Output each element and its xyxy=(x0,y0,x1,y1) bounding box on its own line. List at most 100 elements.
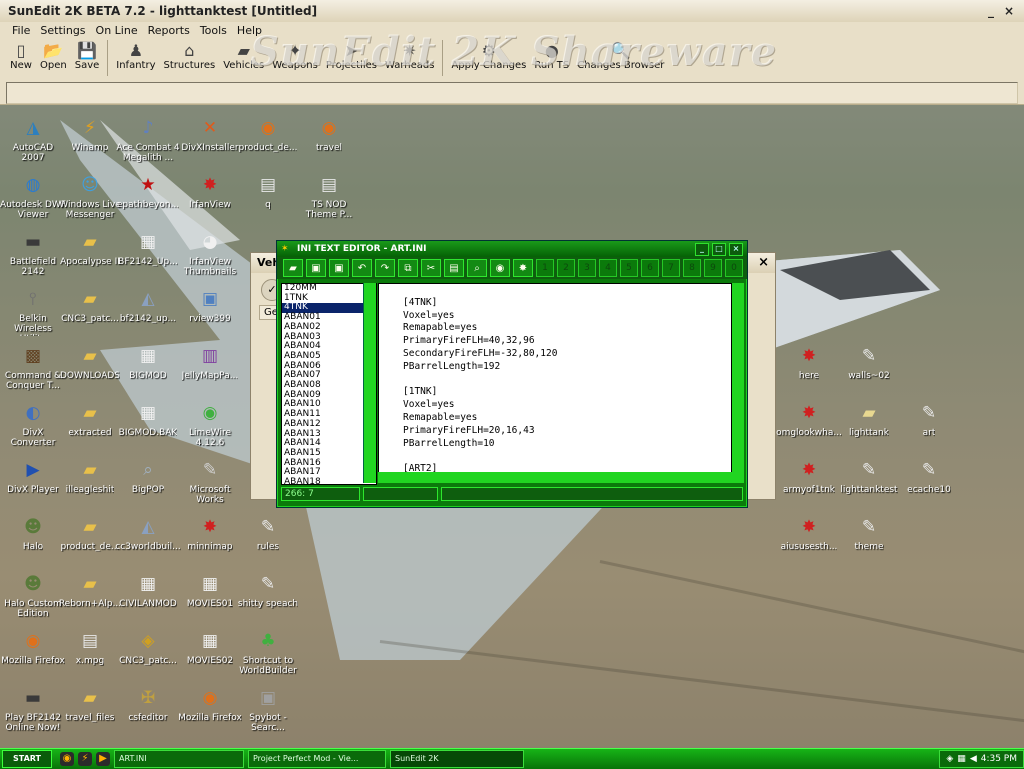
desktop-icon[interactable]: ✎ walls~02 xyxy=(836,344,902,381)
toolbar-projectiles-button[interactable]: ➤ Projectiles xyxy=(322,38,381,73)
desktop-icon[interactable]: ★ epathbeyon... xyxy=(115,173,181,210)
ini-close-button[interactable]: × xyxy=(729,243,743,256)
toolbar-changes-browser-button[interactable]: 🔍 Changes Browser xyxy=(573,38,668,73)
toolbar-run-ts-button[interactable]: ● Run TS xyxy=(530,38,573,73)
desktop-icon[interactable]: ▰ DOWNLOADS xyxy=(57,344,123,381)
app-titlebar[interactable]: SunEdit 2K BETA 7.2 - lighttanktest [Unt… xyxy=(0,0,1024,22)
toolbar-save-button[interactable]: 💾 Save xyxy=(71,38,104,73)
desktop-icon[interactable]: ✠ csfeditor xyxy=(115,686,181,723)
open-folder-icon[interactable]: ▰ xyxy=(283,259,303,277)
desktop-icon[interactable]: ✎ rules xyxy=(235,515,301,552)
desktop-icon[interactable]: ▰ travel_files xyxy=(57,686,123,723)
ini-maximize-button[interactable]: □ xyxy=(712,243,726,256)
desktop-icon[interactable]: ✸ IrfanView xyxy=(177,173,243,210)
desktop-icon[interactable]: ◭ bf2142_up... xyxy=(115,287,181,324)
bookmark-button-8[interactable]: 8 xyxy=(683,259,701,277)
desktop-icon[interactable]: ◕ IrfanView Thumbnails xyxy=(177,230,243,277)
desktop-icon[interactable]: ✎ theme xyxy=(836,515,902,552)
ini-editor-titlebar[interactable]: ✶ INI TEXT EDITOR - ART.INI _ □ × xyxy=(277,241,747,257)
desktop-icon[interactable]: ◭ cc3worldbuil... xyxy=(115,515,181,552)
minimize-button[interactable]: _ xyxy=(988,4,994,18)
desktop-icon[interactable]: ✎ shitty speach xyxy=(235,572,301,609)
desktop-icon[interactable]: ▰ CNC3_patc... xyxy=(57,287,123,324)
desktop-icon[interactable]: ▰ Apocalypse II xyxy=(57,230,123,267)
desktop-icon[interactable]: ▦ MOVIES01 xyxy=(177,572,243,609)
close-button[interactable]: × xyxy=(1004,4,1014,18)
toolbar-apply-changes-button[interactable]: ⚙ Apply Changes xyxy=(447,38,530,73)
bookmark-button-6[interactable]: 6 xyxy=(641,259,659,277)
desktop-icon[interactable]: ▰ Reborn+Alp... xyxy=(57,572,123,609)
toolbar-open-button[interactable]: 📂 Open xyxy=(36,38,71,73)
volume-icon[interactable]: ◀ xyxy=(970,754,977,764)
special-icon[interactable]: ✸ xyxy=(513,259,533,277)
desktop-icon[interactable]: ▣ rview399 xyxy=(177,287,243,324)
clock[interactable]: 4:35 PM xyxy=(981,754,1017,764)
menu-file[interactable]: File xyxy=(12,24,30,37)
desktop-icon[interactable]: ⚡ Winamp xyxy=(57,116,123,153)
desktop-icon[interactable]: ▰ product_de... xyxy=(57,515,123,552)
copy-icon[interactable]: ⧉ xyxy=(398,259,418,277)
desktop-icon[interactable]: ▤ TS NOD Theme P... xyxy=(296,173,362,220)
goto-icon[interactable]: ◉ xyxy=(490,259,510,277)
desktop-icon[interactable]: ✎ ecache10 xyxy=(896,458,962,495)
desktop-icon[interactable]: ✎ art xyxy=(896,401,962,438)
editor-horizontal-scrollbar[interactable] xyxy=(378,472,744,483)
desktop-icon[interactable]: ◉ product_de... xyxy=(235,116,301,153)
bookmark-button-7[interactable]: 7 xyxy=(662,259,680,277)
toolbar-infantry-button[interactable]: ♟ Infantry xyxy=(112,38,159,73)
vehicles-close-button[interactable]: × xyxy=(758,255,769,270)
winamp-quicklaunch-icon[interactable]: ⚡ xyxy=(78,752,92,766)
desktop-icon[interactable]: ✸ minnimap xyxy=(177,515,243,552)
paste-icon[interactable]: ▤ xyxy=(444,259,464,277)
firefox-quicklaunch-icon[interactable]: ◉ xyxy=(60,752,74,766)
desktop-icon[interactable]: ✕ DivXInstaller xyxy=(177,116,243,153)
bookmark-button-3[interactable]: 3 xyxy=(578,259,596,277)
ini-minimize-button[interactable]: _ xyxy=(695,243,709,256)
toolbar-warheads-button[interactable]: ✷ Warheads xyxy=(381,38,439,73)
desktop-icon[interactable]: ☺ Windows Live Messenger xyxy=(57,173,123,220)
network-icon[interactable]: ▦ xyxy=(957,754,966,764)
bookmark-button-5[interactable]: 5 xyxy=(620,259,638,277)
editor-vertical-scrollbar[interactable] xyxy=(732,283,744,473)
start-button[interactable]: START xyxy=(2,750,52,768)
shield-icon[interactable]: ◈ xyxy=(946,754,953,764)
bookmark-button-1[interactable]: 1 xyxy=(536,259,554,277)
desktop-icon[interactable]: ▰ lighttank xyxy=(836,401,902,438)
menu-help[interactable]: Help xyxy=(237,24,262,37)
desktop-icon[interactable]: ⌕ BigPOP xyxy=(115,458,181,495)
desktop-icon[interactable]: ✎ Microsoft Works xyxy=(177,458,243,505)
menu-tools[interactable]: Tools xyxy=(200,24,227,37)
desktop-icon[interactable]: ♪ Ace Combat 4 Megalith ... xyxy=(115,116,181,163)
desktop-icon[interactable]: ▦ BIGMOD xyxy=(115,344,181,381)
cut-icon[interactable]: ✂ xyxy=(421,259,441,277)
desktop-icon[interactable]: ▣ Spybot - Searc... xyxy=(235,686,301,733)
desktop-icon[interactable]: ▤ q xyxy=(235,173,301,210)
toolbar-new-button[interactable]: ▯ New xyxy=(6,38,36,73)
ini-text-area[interactable]: [4TNK] Voxel=yes Remapable=yes PrimaryFireF… xyxy=(378,283,732,473)
toolbar-structures-button[interactable]: ⌂ Structures xyxy=(160,38,220,73)
media-quicklaunch-icon[interactable]: ▶ xyxy=(96,752,110,766)
find-icon[interactable]: ⌕ xyxy=(467,259,487,277)
taskbar-task-button[interactable]: ART.INI xyxy=(114,750,244,768)
desktop-icon[interactable]: ▰ extracted xyxy=(57,401,123,438)
save-disk-icon[interactable]: ▣ xyxy=(306,259,326,277)
desktop-icon[interactable]: ▤ x.mpg xyxy=(57,629,123,666)
section-list-scrollbar[interactable] xyxy=(363,283,376,483)
bookmark-button-4[interactable]: 4 xyxy=(599,259,617,277)
toolbar-vehicles-button[interactable]: ▰ Vehicles xyxy=(219,38,268,73)
menu-online[interactable]: On Line xyxy=(96,24,138,37)
taskbar-task-button[interactable]: Project Perfect Mod - Vie... xyxy=(248,750,386,768)
toolbar-weapons-button[interactable]: ✦ Weapons xyxy=(268,38,322,73)
desktop-icon[interactable]: ▦ BF2142_Up... xyxy=(115,230,181,267)
menu-settings[interactable]: Settings xyxy=(40,24,85,37)
bookmark-button-2[interactable]: 2 xyxy=(557,259,575,277)
desktop-icon[interactable]: ▰ illeagleshit xyxy=(57,458,123,495)
desktop-icon[interactable]: ◉ Mozilla Firefox xyxy=(177,686,243,723)
desktop-icon[interactable]: ▦ MOVIES02 xyxy=(177,629,243,666)
taskbar-task-button[interactable]: SunEdit 2K xyxy=(390,750,524,768)
desktop-icon[interactable]: ◈ CNC3_patc... xyxy=(115,629,181,666)
redo-icon[interactable]: ↷ xyxy=(375,259,395,277)
desktop-icon[interactable]: ♣ Shortcut to WorldBuilder xyxy=(235,629,301,676)
undo-icon[interactable]: ↶ xyxy=(352,259,372,277)
desktop-icon[interactable]: ✎ lighttanktest xyxy=(836,458,902,495)
